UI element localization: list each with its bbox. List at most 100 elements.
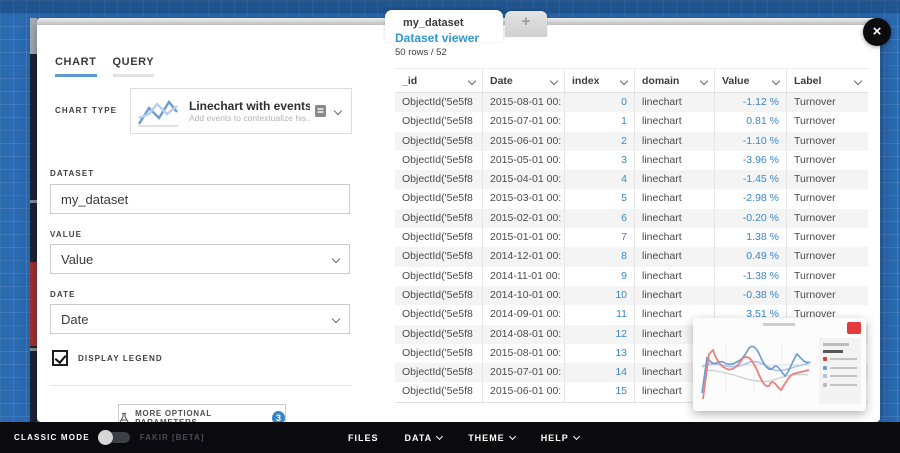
- chevron-down-icon: [332, 315, 340, 323]
- dataset-viewer-title[interactable]: Dataset viewer: [395, 31, 479, 45]
- cell-Label: Turnover: [787, 112, 868, 131]
- display-legend-checkbox[interactable]: [52, 350, 68, 366]
- cell-Value: -0.38 %: [715, 286, 787, 305]
- cell-id: ObjectId('5e5f8: [395, 170, 483, 189]
- table-row[interactable]: ObjectId('5e5f82015-01-01 00:7linechart1…: [395, 228, 868, 247]
- column-header-domain[interactable]: domain: [635, 69, 715, 92]
- cell-domain: linechart: [635, 228, 715, 247]
- display-legend-checkbox-row[interactable]: DISPLAY LEGEND: [52, 350, 163, 366]
- table-row[interactable]: ObjectId('5e5f82015-08-01 00:0linechart-…: [395, 93, 868, 112]
- chevron-down-icon: [436, 432, 443, 439]
- classic-mode-label: CLASSIC MODE: [14, 433, 90, 442]
- cell-domain: linechart: [635, 112, 715, 131]
- chevron-down-icon: [573, 432, 580, 439]
- cell-index: 3: [565, 151, 635, 170]
- cell-id: ObjectId('5e5f8: [395, 325, 483, 344]
- preview-export-icon[interactable]: [847, 322, 861, 334]
- docs-book-icon[interactable]: [314, 104, 327, 118]
- cell-domain: linechart: [635, 189, 715, 208]
- menu-item-data[interactable]: DATA: [405, 433, 443, 443]
- table-header-row: _id Date indexdomainValue Label: [395, 69, 868, 93]
- cell-index: 6: [565, 209, 635, 228]
- linechart-thumbnail-icon: [135, 92, 181, 130]
- table-row[interactable]: ObjectId('5e5f82015-04-01 00:4linechart-…: [395, 170, 868, 189]
- cell-Date: 2015-01-01 00:: [483, 228, 565, 247]
- menu-item-theme[interactable]: THEME: [468, 433, 515, 443]
- cell-Date: 2015-07-01 00:: [483, 363, 565, 382]
- legend-item: [823, 374, 857, 378]
- cell-domain: linechart: [635, 132, 715, 151]
- cell-Label: Turnover: [787, 228, 868, 247]
- cell-id: ObjectId('5e5f8: [395, 112, 483, 131]
- legend-date-placeholder: [823, 350, 843, 354]
- tab-chart[interactable]: CHART: [55, 56, 97, 77]
- chevron-down-icon[interactable]: [468, 76, 476, 84]
- table-row[interactable]: ObjectId('5e5f82015-03-01 00:5linechart-…: [395, 189, 868, 208]
- table-row[interactable]: ObjectId('5e5f82015-02-01 00:6linechart-…: [395, 209, 868, 228]
- preview-linechart: [696, 331, 814, 407]
- menu-item-label: DATA: [405, 433, 433, 443]
- table-row[interactable]: ObjectId('5e5f82014-11-01 00:9linechart-…: [395, 267, 868, 286]
- toggle-knob[interactable]: [98, 430, 113, 445]
- left-rail-divider: [30, 200, 37, 203]
- table-row[interactable]: ObjectId('5e5f82014-10-01 00:10linechart…: [395, 286, 868, 305]
- table-row[interactable]: ObjectId('5e5f82015-05-01 00:3linechart-…: [395, 151, 868, 170]
- legend-item: [823, 383, 857, 387]
- desktop-background: + my_dataset × CHARTQUERY CHART TYPE Lin…: [0, 0, 900, 453]
- chart-preview-card[interactable]: [693, 318, 866, 411]
- legend-text-placeholder: [830, 367, 857, 369]
- chevron-down-icon[interactable]: [334, 107, 342, 115]
- column-header-id[interactable]: _id: [395, 69, 483, 92]
- cell-index: 13: [565, 344, 635, 363]
- classic-mode-toggle[interactable]: [100, 432, 130, 443]
- left-rail-divider: [30, 348, 37, 351]
- chart-query-tabs: CHART QUERY: [55, 56, 154, 77]
- column-header-label: Date: [490, 75, 513, 87]
- column-header-Value[interactable]: Value: [715, 69, 787, 92]
- chevron-down-icon[interactable]: [772, 76, 780, 84]
- chevron-down-icon[interactable]: [700, 76, 708, 84]
- column-header-Date[interactable]: Date: [483, 69, 565, 92]
- close-icon[interactable]: ×: [863, 18, 891, 46]
- menu-item-help[interactable]: HELP: [541, 433, 579, 443]
- legend-text-placeholder: [830, 375, 857, 377]
- cell-id: ObjectId('5e5f8: [395, 228, 483, 247]
- chart-type-selector[interactable]: Linechart with events Add events to cont…: [130, 88, 352, 134]
- cell-id: ObjectId('5e5f8: [395, 132, 483, 151]
- table-row[interactable]: ObjectId('5e5f82015-06-01 00:2linechart-…: [395, 132, 868, 151]
- value-select[interactable]: Value: [50, 244, 350, 274]
- add-tab-button[interactable]: +: [505, 11, 547, 37]
- cell-index: 8: [565, 247, 635, 266]
- cell-Value: -1.12 %: [715, 93, 787, 112]
- cell-Date: 2015-07-01 00:: [483, 112, 565, 131]
- legend-marker-icon: [823, 366, 827, 370]
- cell-Value: -1.45 %: [715, 170, 787, 189]
- cell-index: 0: [565, 93, 635, 112]
- panel-divider: [50, 385, 352, 386]
- menu-item-files[interactable]: FILES: [348, 433, 379, 443]
- chevron-down-icon[interactable]: [854, 76, 862, 84]
- date-select[interactable]: Date: [50, 304, 350, 334]
- dataset-modal-window: + my_dataset × CHARTQUERY CHART TYPE Lin…: [37, 18, 880, 422]
- cell-id: ObjectId('5e5f8: [395, 382, 483, 401]
- cell-Date: 2014-12-01 00:: [483, 247, 565, 266]
- column-header-label: Label: [794, 75, 821, 87]
- cell-Date: 2014-09-01 00:: [483, 305, 565, 324]
- table-row[interactable]: ObjectId('5e5f82014-12-01 00:8linechart0…: [395, 247, 868, 266]
- dataset-input[interactable]: my_dataset: [50, 184, 350, 214]
- chevron-down-icon[interactable]: [620, 76, 628, 84]
- column-header-Label[interactable]: Label: [787, 69, 868, 92]
- cell-Label: Turnover: [787, 247, 868, 266]
- legend-marker-icon: [823, 357, 827, 361]
- legend-text-placeholder: [830, 384, 857, 386]
- table-row[interactable]: ObjectId('5e5f82015-07-01 00:1linechart0…: [395, 112, 868, 131]
- cell-Date: 2015-04-01 00:: [483, 170, 565, 189]
- cell-domain: linechart: [635, 247, 715, 266]
- menu-item-label: HELP: [541, 433, 569, 443]
- cell-Value: -1.38 %: [715, 267, 787, 286]
- cell-Date: 2015-06-01 00:: [483, 132, 565, 151]
- cell-Value: 1.38 %: [715, 228, 787, 247]
- tab-query[interactable]: QUERY: [113, 56, 155, 77]
- chevron-down-icon[interactable]: [550, 76, 558, 84]
- column-header-index[interactable]: index: [565, 69, 635, 92]
